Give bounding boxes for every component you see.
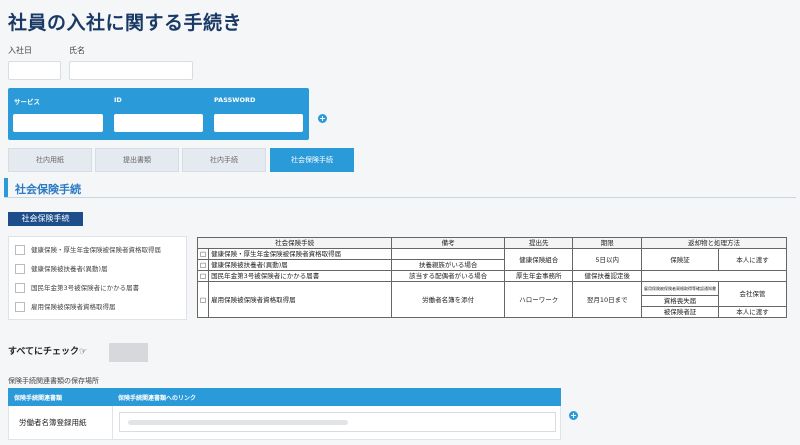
row-note xyxy=(391,248,505,260)
name-label: 氏名 xyxy=(69,46,85,55)
join-date-input[interactable] xyxy=(8,61,61,80)
row-return: 保険証 xyxy=(641,248,719,271)
service-column-header: サービス xyxy=(14,98,40,106)
table-header-row: 社会保険手続 備考 提出先 期限 返却物と処理方法 xyxy=(196,237,787,249)
storage-link-header: 保険手続関連書類へのリンク xyxy=(118,395,197,402)
section-badge: 社会保険手続 xyxy=(8,212,83,226)
storage-doc-name: 労働者名簿登録用紙 xyxy=(9,406,113,440)
row-return-small: 雇用保険被保険者資格取得等確認通知書 xyxy=(641,281,719,296)
row-destination: ハローワーク xyxy=(503,281,574,318)
row-deadline: 翌月10日まで xyxy=(572,281,642,318)
service-input[interactable] xyxy=(13,114,103,132)
row-destination: 健康保険組合 xyxy=(503,248,574,271)
checkbox[interactable] xyxy=(15,264,25,274)
row-name: 雇用保険被保険者資格取得届 xyxy=(208,281,393,318)
section-title: 社会保険手続 xyxy=(15,183,81,196)
storage-caption: 保険手続関連書類の保存場所 xyxy=(8,377,99,385)
blurred-link-text xyxy=(128,420,348,425)
check-all-label: すべてにチェック☞ xyxy=(8,347,88,357)
password-column-header: PASSWORD xyxy=(214,96,256,104)
row-note: 労働者名簿を添付 xyxy=(391,281,505,318)
tab-submit-documents[interactable]: 提出書類 xyxy=(95,148,179,172)
row-return: 被保険者証 xyxy=(641,306,719,318)
row-name: 健康保険被扶養者(異動)届 xyxy=(208,259,393,271)
row-process: 本人に渡す xyxy=(718,248,787,271)
tab-internal-procedures[interactable]: 社内手続 xyxy=(182,148,266,172)
id-column-header: ID xyxy=(114,96,122,104)
table-row: □ 国民年金第3号被保険者にかかる届書 該当する配偶者がいる場合 厚生年金事務所… xyxy=(196,270,787,282)
row-deadline: 5日以内 xyxy=(572,248,642,271)
row-mark: □ xyxy=(196,248,210,260)
checklist-item-label: 雇用保険被保険者資格取得届 xyxy=(31,303,116,311)
row-return xyxy=(641,270,787,282)
name-input[interactable] xyxy=(69,61,193,80)
row-return: 資格喪失届 xyxy=(641,295,719,307)
header-note: 備考 xyxy=(391,237,505,249)
checklist-item-label: 健康保険・厚生年金保険被保険者資格取得届 xyxy=(31,246,161,254)
small-note: 雇用保険被保険者資格取得等確認通知書 xyxy=(644,286,716,291)
check-all-button[interactable] xyxy=(109,343,148,362)
page-title: 社員の入社に関する手続き xyxy=(8,12,243,34)
section-accent-bar xyxy=(4,178,8,197)
row-mark: □ xyxy=(196,259,210,271)
add-storage-button[interactable]: + xyxy=(569,411,578,420)
row-deadline: 健保扶養認定後 xyxy=(572,270,642,282)
row-name: 健康保険・厚生年金保険被保険者資格取得届 xyxy=(208,248,393,260)
row-process: 会社保管 xyxy=(718,281,787,307)
header-destination: 提出先 xyxy=(503,237,574,249)
table-row: □ 健康保険・厚生年金保険被保険者資格取得届 健康保険組合 5日以内 保険証 本… xyxy=(196,248,787,271)
header-deadline: 期限 xyxy=(572,237,642,249)
procedure-table: 社会保険手続 備考 提出先 期限 返却物と処理方法 □ 健康保険・厚生年金保険被… xyxy=(196,237,787,318)
service-credentials-panel: サービス ID PASSWORD xyxy=(8,88,309,140)
checkbox[interactable] xyxy=(15,302,25,312)
password-input[interactable] xyxy=(214,114,303,132)
storage-row: 労働者名簿登録用紙 xyxy=(8,406,561,440)
add-service-button[interactable]: + xyxy=(318,114,327,123)
join-date-label: 入社日 xyxy=(8,46,32,55)
row-name: 国民年金第3号被保険者にかかる届書 xyxy=(208,270,393,282)
table-row: □ 雇用保険被保険者資格取得届 労働者名簿を添付 ハローワーク 翌月10日まで … xyxy=(196,281,787,318)
tab-internal-forms[interactable]: 社内用紙 xyxy=(8,148,92,172)
row-mark: □ xyxy=(196,281,210,318)
row-note: 該当する配偶者がいる場合 xyxy=(391,270,505,282)
checklist-item-label: 健康保険被扶養者(異動)届 xyxy=(31,265,108,273)
row-mark: □ xyxy=(196,270,210,282)
checklist-panel: 健康保険・厚生年金保険被保険者資格取得届 健康保険被扶養者(異動)届 国民年金第… xyxy=(8,236,187,320)
storage-doc-header: 保険手続関連書類 xyxy=(14,395,63,402)
checkbox[interactable] xyxy=(15,245,25,255)
tab-social-insurance[interactable]: 社会保険手続 xyxy=(270,148,354,172)
row-note: 扶養親族がいる場合 xyxy=(391,259,505,271)
header-procedure: 社会保険手続 xyxy=(196,237,393,249)
checklist-item-label: 国民年金第3号被保険者にかかる届書 xyxy=(31,284,140,292)
checkbox[interactable] xyxy=(15,283,25,293)
storage-link-input[interactable] xyxy=(119,412,556,432)
id-input[interactable] xyxy=(114,114,203,132)
section-header: 社会保険手続 xyxy=(4,178,796,198)
row-process: 本人に渡す xyxy=(718,306,787,318)
row-destination: 厚生年金事務所 xyxy=(503,270,574,282)
header-return: 返却物と処理方法 xyxy=(641,237,787,249)
storage-panel: 保険手続関連書類 保険手続関連書類へのリンク 労働者名簿登録用紙 xyxy=(8,388,561,440)
